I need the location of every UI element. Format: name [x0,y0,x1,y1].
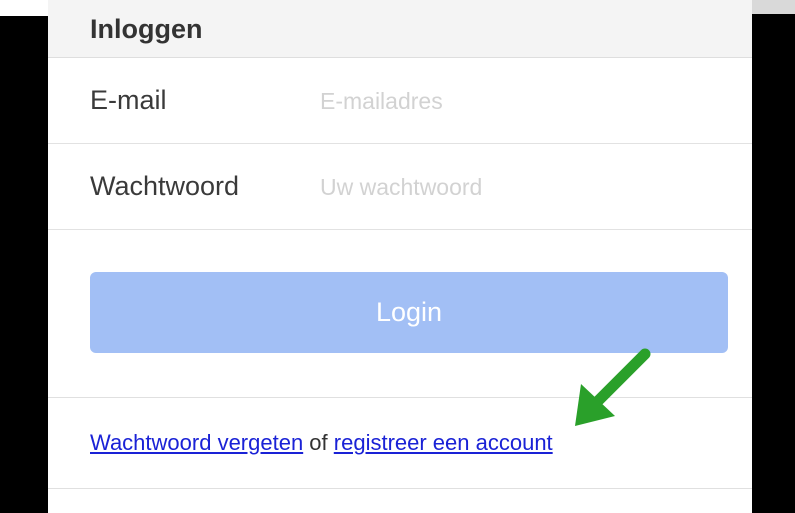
email-row: E-mail [48,58,752,144]
page-title: Inloggen [90,14,203,44]
page-header: Inloggen [48,0,752,58]
email-label: E-mail [90,85,167,115]
password-field[interactable] [320,168,720,206]
password-row: Wachtwoord [48,144,752,230]
password-label: Wachtwoord [90,171,240,201]
email-field[interactable] [320,82,720,120]
arrow-pointer-icon [575,348,651,426]
account-links: Wachtwoord vergeten of registreer een ac… [90,430,553,456]
divider [48,488,752,489]
login-screen: Inloggen E-mail Wachtwoord Login Wachtwo… [48,0,752,513]
register-link[interactable]: registreer een account [334,430,553,455]
forgot-password-link[interactable]: Wachtwoord vergeten [90,430,303,455]
links-separator: of [303,430,334,455]
